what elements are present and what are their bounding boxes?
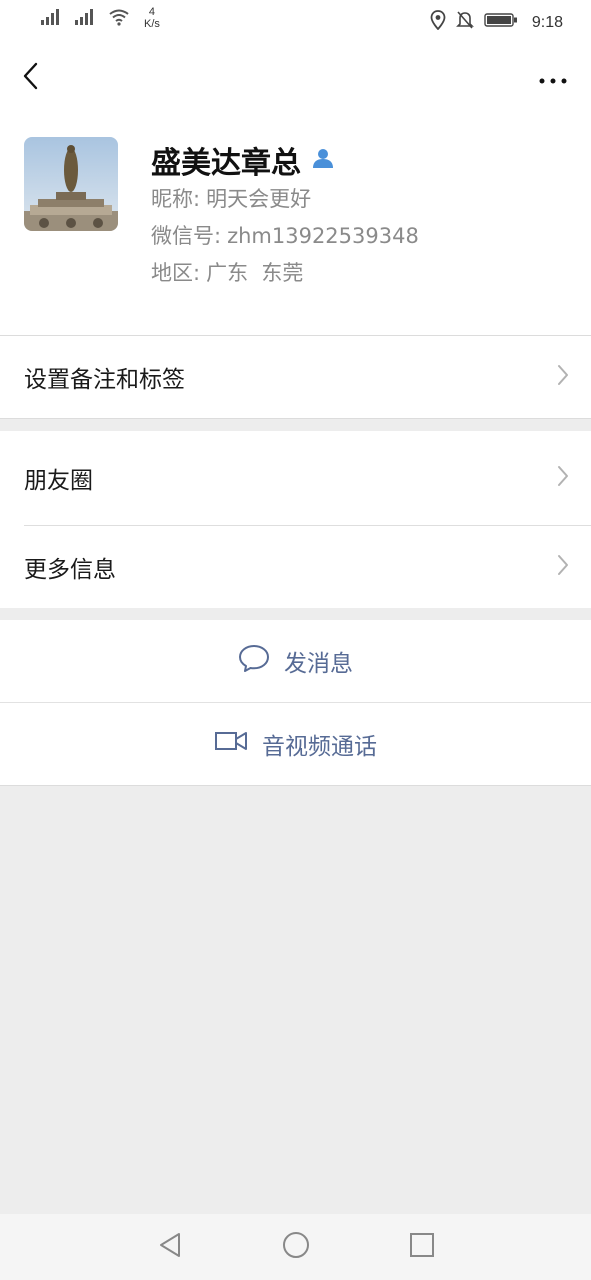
nickname-label: 昵称: [151, 187, 201, 211]
region-value: 广东 东莞 [206, 261, 304, 285]
video-camera-icon [214, 730, 248, 758]
wechat-id-row: 微信号: zhm13922539348 [151, 218, 419, 255]
top-area: 4 K/s 9:18 盛美达章总 昵称: 明天会更好 微信号: zhm13922… [0, 0, 591, 418]
chevron-left-icon [22, 62, 38, 94]
audio-video-call-button[interactable]: 音视频通话 [0, 703, 591, 785]
system-nav-bar [0, 1214, 591, 1280]
nav-bar [0, 40, 591, 115]
signal-icon [74, 8, 94, 31]
mute-bell-icon [455, 10, 474, 35]
region-row: 地区: 广东 东莞 [151, 255, 419, 292]
audio-video-call-label: 音视频通话 [262, 734, 377, 760]
more-dots-icon [538, 69, 568, 88]
wechat-id-label: 微信号: [151, 224, 222, 248]
send-message-label: 发消息 [284, 651, 353, 677]
remark-and-tags-row[interactable]: 设置备注和标签 [0, 336, 591, 418]
section-gap [0, 608, 591, 620]
clock: 9:18 [531, 13, 563, 31]
action-group: 发消息 音视频通话 [0, 620, 591, 785]
back-button[interactable] [14, 58, 46, 98]
chevron-right-icon [557, 465, 569, 491]
battery-icon [484, 12, 518, 33]
wechat-id-value: zhm13922539348 [227, 224, 419, 248]
location-icon [430, 10, 446, 35]
system-back-button[interactable] [150, 1227, 190, 1267]
chevron-right-icon [557, 554, 569, 580]
system-recents-button[interactable] [402, 1227, 442, 1267]
back-triangle-icon [157, 1231, 183, 1263]
net-speed-unit: K/s [144, 18, 160, 30]
net-speed: 4 K/s [144, 6, 160, 30]
nickname-value: 明天会更好 [206, 187, 312, 211]
info-group: 朋友圈 更多信息 [0, 431, 591, 608]
signal-icon [40, 8, 60, 31]
more-info-label: 更多信息 [24, 557, 116, 583]
more-info-row[interactable]: 更多信息 [0, 526, 591, 608]
avatar[interactable] [24, 137, 118, 231]
chevron-right-icon [557, 364, 569, 390]
section-gap [0, 419, 591, 431]
moments-label: 朋友圈 [24, 468, 93, 494]
chat-bubble-icon [238, 643, 270, 679]
system-home-button[interactable] [276, 1227, 316, 1267]
home-circle-icon [282, 1231, 310, 1263]
divider [0, 785, 591, 786]
net-speed-value: 4 [148, 6, 156, 18]
more-options-button[interactable] [533, 64, 573, 92]
user-badge-icon [311, 147, 335, 173]
recents-square-icon [409, 1232, 435, 1262]
remark-and-tags-label: 设置备注和标签 [24, 367, 185, 393]
nickname-row: 昵称: 明天会更好 [151, 181, 419, 218]
region-label: 地区: [151, 261, 201, 285]
status-bar: 4 K/s 9:18 [0, 0, 591, 40]
wifi-icon [108, 8, 130, 31]
send-message-button[interactable]: 发消息 [0, 620, 591, 702]
moments-row[interactable]: 朋友圈 [0, 431, 591, 525]
profile-header: 盛美达章总 昵称: 明天会更好 微信号: zhm13922539348 地区: 广东 … [0, 115, 591, 336]
contact-name: 盛美达章总 [151, 146, 301, 181]
